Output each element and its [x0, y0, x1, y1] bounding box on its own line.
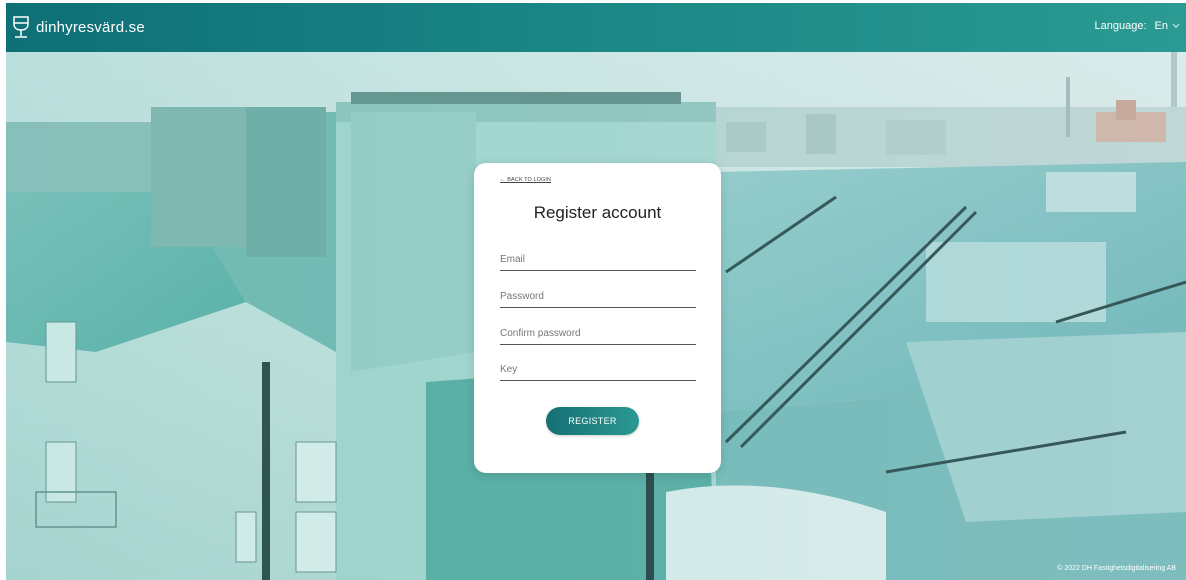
email-field[interactable]	[500, 248, 696, 271]
copyright-text: © 2022 DH Fastighetsdigitalisering AB	[1057, 565, 1176, 572]
chevron-down-icon	[1172, 23, 1180, 29]
brand[interactable]: dinhyresvärd.se	[12, 16, 145, 38]
password-field[interactable]	[500, 285, 696, 308]
language-value: En	[1154, 20, 1168, 32]
register-card: ← BACK TO LOGIN Register account REGISTE…	[474, 163, 721, 473]
register-button[interactable]: REGISTER	[546, 407, 639, 435]
page-title: Register account	[533, 203, 662, 222]
brand-name: dinhyresvärd.se	[36, 18, 145, 36]
top-navbar: dinhyresvärd.se Language: En	[6, 3, 1186, 52]
page: dinhyresvärd.se Language: En ← BACK TO L…	[6, 3, 1186, 580]
language-selector[interactable]: Language: En	[1095, 20, 1180, 32]
language-label: Language:	[1094, 20, 1147, 32]
key-field[interactable]	[500, 358, 696, 381]
wine-glass-icon	[13, 16, 29, 38]
back-to-login-link[interactable]: ← BACK TO LOGIN	[500, 177, 551, 183]
confirm-password-field[interactable]	[500, 322, 696, 345]
